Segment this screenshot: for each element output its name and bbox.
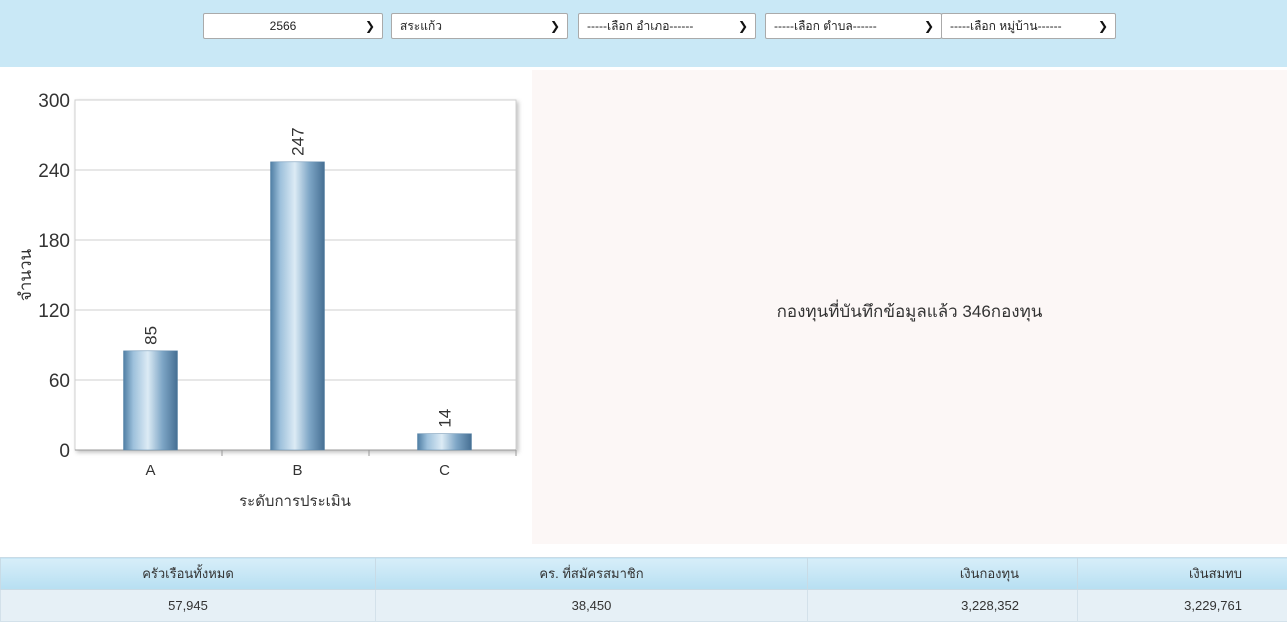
chevron-down-icon: ❯ [364, 19, 375, 33]
bar-chart: 0 60 120 180 240 300 A 85 B 247 C 14 ระดับการประเมิ… [16, 91, 517, 510]
value-contribution-money: 3,229,761 [1077, 589, 1287, 622]
district-select-value: -----เลือก อำเภอ------ [587, 19, 694, 33]
bar-B[interactable] [270, 161, 325, 451]
village-select[interactable]: -----เลือก หมู่บ้าน------ ❯ [941, 13, 1116, 39]
subdistrict-select-value: -----เลือก ตำบล------ [774, 19, 877, 33]
summary-header-row: ครัวเรือนทั้งหมด คร. ที่สมัครสมาชิก เงิน… [0, 557, 1287, 590]
subdistrict-select[interactable]: -----เลือก ตำบล------ ❯ [765, 13, 942, 39]
value-fund-money: 3,228,352 [807, 589, 1078, 622]
chevron-down-icon: ❯ [923, 19, 934, 33]
district-select[interactable]: -----เลือก อำเภอ------ ❯ [578, 13, 756, 39]
header-fund-money: เงินกองทุน [807, 557, 1078, 590]
data-label: 14 [436, 409, 455, 428]
data-label: 247 [289, 127, 308, 155]
chevron-down-icon: ❯ [737, 19, 748, 33]
y-tick-label: 120 [38, 301, 70, 322]
summary-table: ครัวเรือนทั้งหมด คร. ที่สมัครสมาชิก เงิน… [0, 557, 1287, 622]
info-panel: กองทุนที่บันทึกข้อมูลแล้ว 346กองทุน [532, 70, 1287, 544]
village-select-value: -----เลือก หมู่บ้าน------ [950, 19, 1062, 33]
y-tick-label: 180 [38, 231, 70, 252]
x-tick-label: A [145, 462, 155, 479]
chart-panel: 0 60 120 180 240 300 A 85 B 247 C 14 ระดับการประเมิ… [5, 70, 532, 544]
y-tick-label: 300 [38, 91, 70, 112]
y-tick-label: 60 [49, 371, 70, 392]
bar-A[interactable] [123, 350, 178, 451]
x-axis-title: ระดับการประเมิน [239, 493, 351, 510]
data-label: 85 [142, 326, 161, 345]
y-axis-title: จำนวน [16, 248, 35, 301]
x-tick-label: B [292, 462, 302, 479]
chevron-down-icon: ❯ [549, 19, 560, 33]
header-total-households: ครัวเรือนทั้งหมด [0, 557, 376, 590]
value-total-households: 57,945 [0, 589, 376, 622]
value-registered-members: 38,450 [375, 589, 808, 622]
province-select-value: สระแก้ว [400, 19, 442, 33]
year-select-value: 2566 [269, 19, 297, 33]
y-tick-label: 0 [59, 441, 70, 462]
province-select[interactable]: สระแก้ว ❯ [391, 13, 568, 39]
header-contribution-money: เงินสมทบ [1077, 557, 1287, 590]
funds-recorded-message: กองทุนที่บันทึกข้อมูลแล้ว 346กองทุน [776, 302, 1043, 321]
bar-C[interactable] [417, 433, 472, 451]
filter-bar: 2566 ❯ สระแก้ว ❯ -----เลือก อำเภอ------ … [0, 0, 1287, 67]
summary-value-row: 57,945 38,450 3,228,352 3,229,761 [0, 589, 1287, 622]
year-select[interactable]: 2566 ❯ [203, 13, 383, 39]
header-registered-members: คร. ที่สมัครสมาชิก [375, 557, 808, 590]
x-tick-label: C [439, 462, 450, 479]
chevron-down-icon: ❯ [1097, 19, 1108, 33]
y-tick-label: 240 [38, 161, 70, 182]
